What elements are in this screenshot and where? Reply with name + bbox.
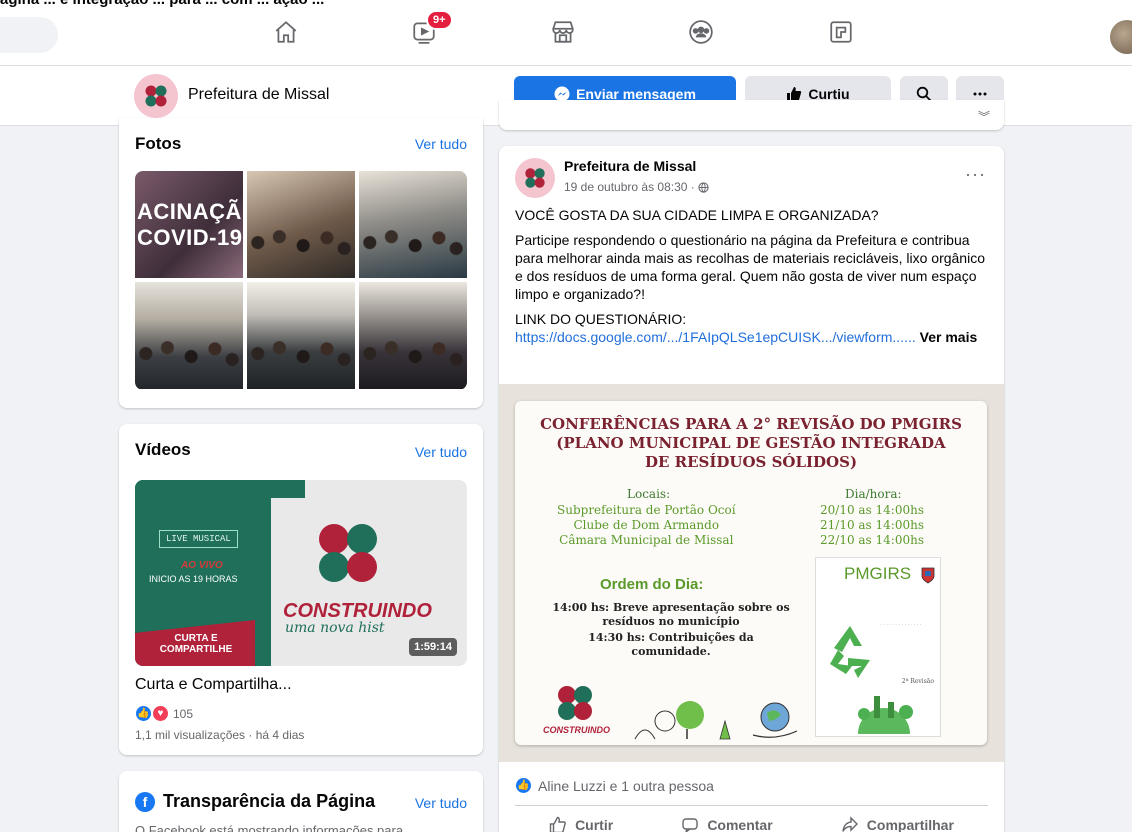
coat-of-arms-icon <box>921 567 935 584</box>
page-avatar[interactable] <box>134 74 178 118</box>
green-city-icon <box>858 696 913 734</box>
photo-thumbnail[interactable] <box>135 282 243 389</box>
clover-logo-icon <box>319 524 377 582</box>
recycle-icon <box>830 626 870 678</box>
photo-thumbnail[interactable]: ACINAÇÃ COVID-19 <box>135 171 243 278</box>
poster-dates-heading: Dia/hora: <box>845 487 902 501</box>
videos-see-all-link[interactable]: Ver tudo <box>415 444 467 460</box>
pmgirs-title: PMGIRS <box>844 564 912 583</box>
post-actions: Curtir Comentar Compartilhar <box>515 816 988 832</box>
poster-dates: 20/10 as 14:00hs 21/10 as 14:00hs 22/10 … <box>820 503 924 547</box>
trees-and-globe-illustration <box>634 701 798 740</box>
home-icon[interactable] <box>272 18 300 46</box>
poster-agenda-item: 14:00 hs: Breve apresentação sobre os re… <box>552 601 790 628</box>
videos-card: Vídeos Ver tudo LIVE MUSICAL AO VIVO INI… <box>119 424 483 755</box>
reaction-count: 105 <box>173 706 194 721</box>
post-card: Prefeitura de Missal 19 de outubro às 08… <box>499 146 1004 832</box>
post-author-name[interactable]: Prefeitura de Missal <box>564 158 696 174</box>
like-button[interactable]: Curtir <box>549 816 613 832</box>
photo-thumbnail[interactable] <box>359 171 467 278</box>
share-icon <box>842 816 858 832</box>
likes-text: Aline Luzzi e 1 outra pessoa <box>538 777 714 794</box>
live-musical-label: LIVE MUSICAL <box>159 530 238 548</box>
poster-locations: Subprefeitura de Portão Ocoí Clube de Do… <box>557 503 736 547</box>
like-reaction-icon: 👍 <box>515 777 532 794</box>
gaming-icon[interactable] <box>827 18 855 46</box>
post-likes-summary[interactable]: 👍 Aline Luzzi e 1 outra pessoa <box>515 777 714 794</box>
previous-post-card: ︾ <box>499 100 1004 130</box>
poster-agenda-item: 14:30 hs: Contribuições da comunidade. <box>588 631 754 658</box>
conference-poster: CONFERÊNCIAS PARA A 2° REVISÃO DO PMGIRS… <box>515 401 987 745</box>
chevron-down-icon: ︾ <box>977 110 990 124</box>
revision-label: 2ª Revisão <box>901 678 934 685</box>
photo-thumbnail[interactable] <box>359 282 467 389</box>
page-name[interactable]: Prefeitura de Missal <box>188 86 329 104</box>
post-timestamp[interactable]: 19 de outubro às 08:30 · <box>564 180 709 194</box>
questionnaire-link[interactable]: https://docs.google.com/.../1FAIpQLSe1ep… <box>515 329 916 345</box>
search-pill[interactable] <box>0 17 58 53</box>
photos-see-all-link[interactable]: Ver tudo <box>415 136 467 152</box>
share-button[interactable]: Compartilhar <box>841 816 954 832</box>
pmgirs-cover: PMGIRS · · · · · · · · · · · · · · 2ª Re… <box>815 557 941 737</box>
post-footer: 👍 Aline Luzzi e 1 outra pessoa Curtir Co… <box>499 762 1004 832</box>
video-meta: 1,1 mil visualizações · há 4 dias <box>135 728 305 742</box>
share-callout: CURTA E COMPARTILHE <box>159 633 233 655</box>
poster-agenda-heading: Ordem do Dia: <box>600 576 704 593</box>
top-navigation-bar: ágina ... e integração ... para ... com … <box>0 0 1132 66</box>
photos-card: Fotos Ver tudo ACINAÇÃ COVID-19 <box>119 118 483 408</box>
post-image[interactable]: CONFERÊNCIAS PARA A 2° REVISÃO DO PMGIRS… <box>499 384 1004 762</box>
photos-title: Fotos <box>135 134 182 153</box>
globe-icon <box>698 181 709 193</box>
post-paragraph: Participe respondendo o questionário na … <box>515 232 985 302</box>
link-label: LINK DO QUESTIONÁRIO: <box>515 311 687 327</box>
photo-thumbnail[interactable] <box>247 171 355 278</box>
facebook-icon: f <box>135 791 155 812</box>
see-more-link[interactable]: Ver mais <box>920 329 978 345</box>
user-avatar[interactable] <box>1110 20 1132 54</box>
watch-notification-badge: 9+ <box>426 10 453 30</box>
transparency-text: O Facebook está mostrando informações pa… <box>135 823 404 832</box>
videos-title: Vídeos <box>135 440 191 459</box>
groups-icon[interactable] <box>687 18 715 46</box>
photo-overlay-text: ACINAÇÃ COVID-19 <box>137 199 243 250</box>
poster-locations-heading: Locais: <box>627 487 671 501</box>
transparency-title: f Transparência da Página <box>135 791 375 812</box>
post-headline: VOCÊ GOSTA DA SUA CIDADE LIMPA E ORGANIZ… <box>515 207 879 223</box>
ao-vivo-label: AO VIVO <box>181 560 223 571</box>
poster-logo-text: CONSTRUINDO <box>543 725 610 735</box>
video-duration: 1:59:14 <box>409 638 457 656</box>
marketplace-icon[interactable] <box>549 18 577 46</box>
post-author-avatar[interactable] <box>515 158 555 198</box>
start-time-label: INICIO AS 19 HORAS <box>149 574 238 584</box>
cut-off-heading-text: ágina ... e integração ... para ... com … <box>0 0 324 8</box>
page-transparency-card: f Transparência da Página Ver tudo O Fac… <box>119 771 483 832</box>
photos-grid: ACINAÇÃ COVID-19 <box>135 171 467 390</box>
post-text: VOCÊ GOSTA DA SUA CIDADE LIMPA E ORGANIZ… <box>515 206 987 346</box>
video-thumbnail[interactable]: LIVE MUSICAL AO VIVO INICIO AS 19 HORAS … <box>135 480 467 666</box>
post-options-button[interactable]: ··· <box>965 164 986 185</box>
comment-button[interactable]: Comentar <box>681 816 773 832</box>
like-reaction-icon: 👍 <box>135 705 152 722</box>
watch-icon[interactable]: 9+ <box>410 10 453 46</box>
comment-icon <box>682 818 699 832</box>
divider <box>515 805 988 806</box>
clover-logo-icon <box>525 168 545 188</box>
love-reaction-icon: ♥ <box>152 705 169 722</box>
clover-logo-icon <box>145 85 167 107</box>
photo-thumbnail[interactable] <box>247 282 355 389</box>
transparency-see-all-link[interactable]: Ver tudo <box>415 795 467 811</box>
uma-nova-text: uma nova hist <box>285 620 385 636</box>
video-reactions[interactable]: 👍 ♥ 105 <box>135 705 193 722</box>
clover-logo-icon <box>558 686 592 720</box>
poster-title: CONFERÊNCIAS PARA A 2° REVISÃO DO PMGIRS… <box>540 415 962 471</box>
video-title[interactable]: Curta e Compartilha... <box>135 676 292 694</box>
thumbs-up-icon <box>549 816 566 832</box>
